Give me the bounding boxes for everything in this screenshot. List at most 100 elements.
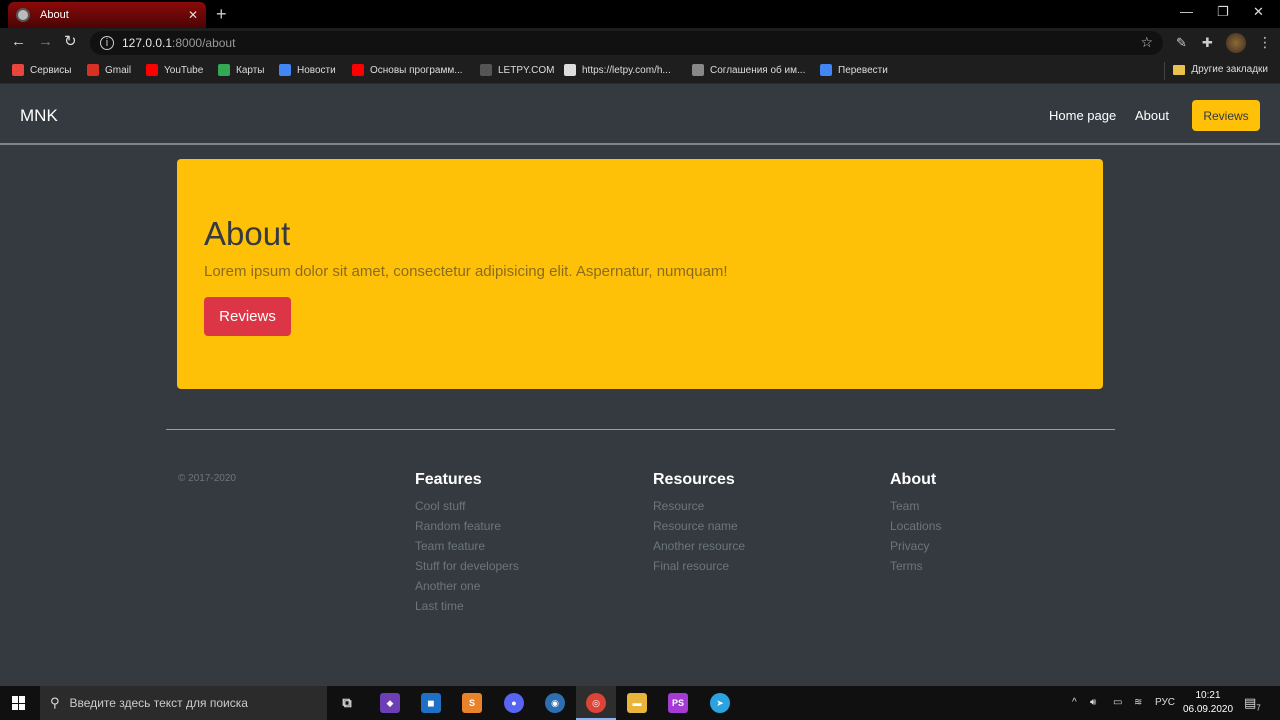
- footer-link[interactable]: Resource name: [653, 516, 745, 536]
- footer-link[interactable]: Random feature: [415, 516, 519, 536]
- nav-about-link[interactable]: About: [1135, 108, 1169, 123]
- bookmarks-bar: Сервисы Gmail YouTube Карты Новости Осно…: [0, 58, 1280, 84]
- maps-icon: [218, 64, 230, 76]
- profile-avatar[interactable]: [1226, 33, 1246, 53]
- about-jumbotron: About Lorem ipsum dolor sit amet, consec…: [177, 159, 1103, 389]
- url-host: 127.0.0.1: [122, 36, 173, 50]
- bookmark-item[interactable]: Перевести: [820, 64, 888, 76]
- footer-column-resources: Resources Resource Resource name Another…: [653, 471, 745, 576]
- bookmark-item[interactable]: Соглашения об им...: [692, 64, 805, 76]
- visual-studio-icon[interactable]: ◆: [380, 693, 400, 713]
- clock-time: 10:21: [1195, 690, 1221, 701]
- apps-icon: [12, 64, 24, 76]
- globe-icon: [564, 64, 576, 76]
- browser-tab-strip: About ✕ + — ❐ ✕: [0, 0, 1280, 28]
- windows-taskbar: ⚲ Введите здесь текст для поиска ⧉ ◆ ◼ S…: [0, 686, 1280, 720]
- bookmark-item[interactable]: Новости: [279, 64, 336, 76]
- lead-text: Lorem ipsum dolor sit amet, consectetur …: [204, 263, 728, 280]
- task-view-icon[interactable]: ⧉: [337, 693, 357, 713]
- battery-icon[interactable]: ▭: [1113, 697, 1122, 708]
- footer-link[interactable]: Another resource: [653, 536, 745, 556]
- reviews-button[interactable]: Reviews: [204, 297, 291, 336]
- footer-column-about: About Team Locations Privacy Terms: [890, 471, 941, 576]
- minimize-icon[interactable]: —: [1180, 4, 1193, 19]
- browser-tab-about[interactable]: About ✕: [8, 2, 206, 28]
- folder-icon: [1173, 64, 1186, 75]
- bookmark-item[interactable]: YouTube: [146, 64, 203, 76]
- footer-link[interactable]: Cool stuff: [415, 496, 519, 516]
- nav-home-link[interactable]: Home page: [1049, 108, 1116, 123]
- bookmark-item[interactable]: Сервисы: [12, 64, 71, 76]
- menu-kebab-icon[interactable]: ⋮: [1258, 34, 1272, 51]
- back-icon[interactable]: ←: [11, 34, 26, 50]
- site-brand[interactable]: MNK: [20, 106, 58, 126]
- chrome-icon[interactable]: ◎: [586, 693, 606, 713]
- footer-link[interactable]: Team: [890, 496, 941, 516]
- document-icon: [692, 64, 704, 76]
- nav-reviews-button[interactable]: Reviews: [1192, 100, 1260, 131]
- copyright-text: © 2017-2020: [178, 473, 236, 484]
- windows-start-icon[interactable]: [12, 696, 26, 710]
- phpstorm-icon[interactable]: PS: [668, 693, 688, 713]
- language-indicator[interactable]: РУС: [1155, 697, 1175, 708]
- footer-heading: Resources: [653, 471, 735, 488]
- news-icon: [279, 64, 291, 76]
- footer-divider: [166, 429, 1115, 430]
- footer-link[interactable]: Privacy: [890, 536, 941, 556]
- gmail-icon: [87, 64, 99, 76]
- footer-link[interactable]: Last time: [415, 596, 519, 616]
- devexpress-icon[interactable]: ◼: [421, 693, 441, 713]
- telegram-icon[interactable]: ➤: [710, 693, 730, 713]
- site-info-icon[interactable]: i: [100, 36, 114, 50]
- address-bar[interactable]: i 127.0.0.1:8000/about ☆: [90, 31, 1163, 55]
- bookmark-star-icon[interactable]: ☆: [1140, 34, 1153, 51]
- footer-link[interactable]: Final resource: [653, 556, 745, 576]
- footer-link[interactable]: Locations: [890, 516, 941, 536]
- search-icon: ⚲: [50, 695, 60, 710]
- restore-icon[interactable]: ❐: [1217, 4, 1229, 20]
- site-navbar: MNK Home page About Reviews: [0, 85, 1280, 145]
- extension-icon[interactable]: ✎: [1176, 35, 1187, 51]
- translate-icon: [820, 64, 832, 76]
- taskbar-search-placeholder: Введите здесь текст для поиска: [69, 696, 248, 710]
- url-path: :8000/about: [172, 36, 236, 50]
- speaker-icon[interactable]: 🔊︎: [1090, 697, 1096, 708]
- page-title: About: [204, 215, 291, 252]
- chevron-up-icon[interactable]: ^: [1072, 697, 1077, 708]
- footer-link[interactable]: Resource: [653, 496, 745, 516]
- close-tab-icon[interactable]: ✕: [188, 8, 198, 22]
- wifi-icon[interactable]: ≋: [1134, 697, 1142, 708]
- new-tab-button[interactable]: +: [216, 4, 227, 24]
- bookmark-item[interactable]: Основы программ...: [352, 64, 463, 76]
- youtube-icon: [146, 64, 158, 76]
- reload-icon[interactable]: ↻: [64, 34, 77, 50]
- bookmark-item[interactable]: LETPY.COM: [480, 64, 555, 76]
- file-explorer-icon[interactable]: ▬: [627, 693, 647, 713]
- other-bookmarks[interactable]: Другие закладки: [1173, 64, 1268, 75]
- sublime-text-icon[interactable]: S: [462, 693, 482, 713]
- footer-link[interactable]: Another one: [415, 576, 519, 596]
- notification-count: 7: [1256, 703, 1261, 713]
- clock-date: 06.09.2020: [1182, 704, 1234, 715]
- close-window-icon[interactable]: ✕: [1253, 4, 1264, 20]
- bookmarks-divider: [1164, 62, 1165, 80]
- bookmark-item[interactable]: https://letpy.com/h...: [564, 64, 671, 76]
- footer-column-features: Features Cool stuff Random feature Team …: [415, 471, 519, 616]
- taskbar-search-box[interactable]: ⚲ Введите здесь текст для поиска: [40, 686, 327, 720]
- notifications-icon[interactable]: ▤7: [1244, 695, 1261, 713]
- browser-toolbar: ← → ↻ i 127.0.0.1:8000/about ☆ ✎ ✚ ⋮: [0, 28, 1280, 58]
- footer-link[interactable]: Terms: [890, 556, 941, 576]
- letpy-icon: [480, 64, 492, 76]
- app-icon[interactable]: ◉: [545, 693, 565, 713]
- footer-link[interactable]: Team feature: [415, 536, 519, 556]
- forward-icon[interactable]: →: [38, 34, 53, 50]
- taskbar-clock[interactable]: 10:21 06.09.2020: [1182, 689, 1234, 717]
- bookmark-item[interactable]: Карты: [218, 64, 265, 76]
- discord-icon[interactable]: ●: [504, 693, 524, 713]
- footer-heading: Features: [415, 471, 482, 488]
- footer-link[interactable]: Stuff for developers: [415, 556, 519, 576]
- puzzle-icon[interactable]: ✚: [1202, 35, 1213, 51]
- footer-heading: About: [890, 471, 937, 488]
- bookmark-item[interactable]: Gmail: [87, 64, 131, 76]
- globe-icon: [16, 8, 30, 22]
